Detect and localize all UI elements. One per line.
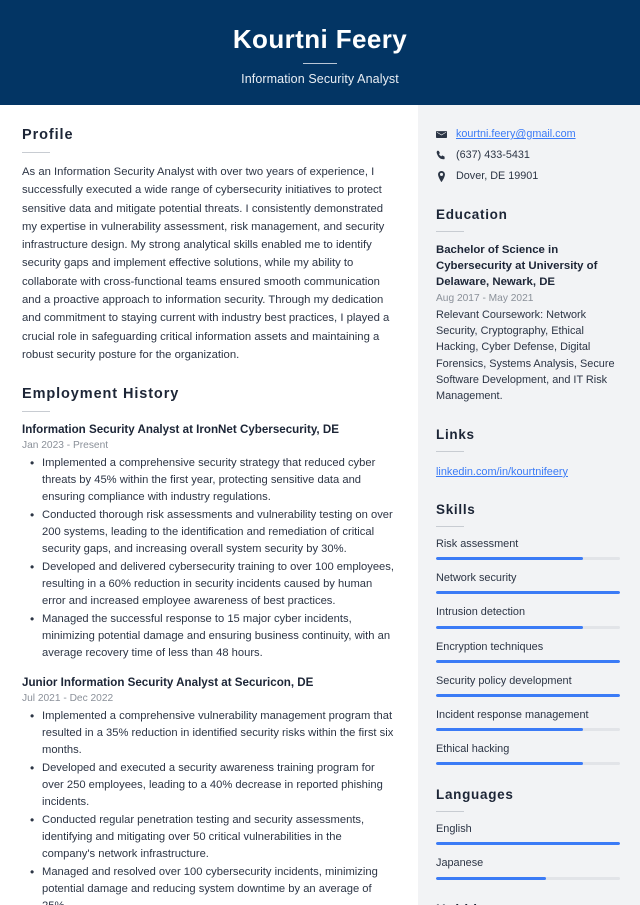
skills-section: Skills Risk assessment Network security … xyxy=(436,502,620,766)
section-divider xyxy=(436,450,464,452)
sidebar-column: kourtni.feery@gmail.com (637) 433-5431 D… xyxy=(418,105,640,905)
phone-icon xyxy=(436,150,451,161)
contact-email[interactable]: kourtni.feery@gmail.com xyxy=(456,127,576,141)
skill-item: Encryption techniques xyxy=(436,640,620,663)
job-entry: Information Security Analyst at IronNet … xyxy=(22,422,396,662)
skill-bar-track xyxy=(436,557,620,561)
skill-item: Ethical hacking xyxy=(436,742,620,766)
candidate-job-title: Information Security Analyst xyxy=(241,71,399,86)
job-bullet: Managed and resolved over 100 cybersecur… xyxy=(22,863,396,905)
job-bullet: Developed and executed a security awaren… xyxy=(22,759,396,811)
skills-heading: Skills xyxy=(436,502,476,518)
section-divider xyxy=(436,526,464,528)
skill-label: Security policy development xyxy=(436,674,572,687)
contact-phone: (637) 433-5431 xyxy=(456,149,530,162)
candidate-name: Kourtni Feery xyxy=(232,24,408,55)
contact-list: kourtni.feery@gmail.com (637) 433-5431 D… xyxy=(436,127,620,183)
profile-heading: Profile xyxy=(22,127,74,143)
skill-label: Ethical hacking xyxy=(436,743,510,756)
language-bar-track xyxy=(436,876,620,880)
skill-bar-fill xyxy=(436,625,584,629)
skill-bar-track xyxy=(436,693,620,697)
skill-item: Network security xyxy=(436,571,620,595)
skill-item: Incident response management xyxy=(436,708,620,732)
envelope-icon xyxy=(436,129,451,140)
contact-location: Dover, DE 19901 xyxy=(456,170,539,183)
resume-header: Kourtni Feery Information Security Analy… xyxy=(0,0,640,105)
job-entry: Junior Information Security Analyst at S… xyxy=(22,675,396,905)
skill-bar-track xyxy=(436,625,620,629)
education-entry: Bachelor of Science in Cybersecurity at … xyxy=(436,242,620,405)
language-label: Japanese xyxy=(436,857,484,870)
skill-label: Network security xyxy=(436,572,517,585)
language-item: English xyxy=(436,822,620,846)
job-date: Jul 2021 - Dec 2022 xyxy=(22,692,114,704)
language-item: Japanese xyxy=(436,856,620,880)
skill-bar-fill xyxy=(436,762,584,766)
job-date: Jan 2023 - Present xyxy=(22,439,109,451)
header-divider xyxy=(303,62,337,64)
links-heading: Links xyxy=(436,426,475,442)
employment-heading: Employment History xyxy=(22,386,180,403)
education-description: Relevant Coursework: Network Security, C… xyxy=(436,308,615,403)
employment-section: Employment History Information Security … xyxy=(22,386,396,905)
profile-section: Profile As an Information Security Analy… xyxy=(22,127,396,364)
skill-bar-fill xyxy=(436,557,584,561)
skill-item: Intrusion detection xyxy=(436,605,620,629)
language-bar-track xyxy=(436,842,620,846)
language-bar-fill xyxy=(436,876,547,880)
job-bullets: Implemented a comprehensive security str… xyxy=(22,454,396,662)
education-section: Education Bachelor of Science in Cyberse… xyxy=(436,207,620,405)
skill-bar-fill xyxy=(436,591,620,595)
education-title: Bachelor of Science in Cybersecurity at … xyxy=(436,244,598,289)
skill-bar-fill xyxy=(436,659,620,663)
contact-phone-row: (637) 433-5431 xyxy=(436,148,620,162)
resume-page: Kourtni Feery Information Security Analy… xyxy=(0,0,640,905)
skill-label: Incident response management xyxy=(436,708,589,721)
hobbies-heading: Hobbies xyxy=(436,902,620,905)
skill-bar-fill xyxy=(436,693,620,697)
language-label: English xyxy=(436,823,472,836)
main-column: Profile As an Information Security Analy… xyxy=(0,105,418,905)
skill-label: Intrusion detection xyxy=(436,606,525,619)
job-bullet: Managed the successful response to 15 ma… xyxy=(22,610,396,662)
links-section: Links linkedin.com/in/kourtnifeery xyxy=(436,427,620,480)
contact-location-row: Dover, DE 19901 xyxy=(436,169,620,183)
job-title: Junior Information Security Analyst at S… xyxy=(22,676,314,690)
skill-item: Security policy development xyxy=(436,674,620,697)
resume-body: Profile As an Information Security Analy… xyxy=(0,105,640,905)
language-bar-fill xyxy=(436,842,620,846)
education-heading: Education xyxy=(436,207,508,223)
job-bullet: Implemented a comprehensive vulnerabilit… xyxy=(22,707,396,759)
skill-bar-track xyxy=(436,762,620,766)
section-divider xyxy=(22,152,50,153)
linkedin-link[interactable]: linkedin.com/in/kourtnifeery xyxy=(436,465,568,480)
skill-bar-fill xyxy=(436,728,584,732)
job-title: Information Security Analyst at IronNet … xyxy=(22,423,339,437)
skill-bar-track xyxy=(436,591,620,595)
contact-email-row[interactable]: kourtni.feery@gmail.com xyxy=(436,127,620,141)
job-bullet: Conducted regular penetration testing an… xyxy=(22,811,396,863)
hobbies-section: Hobbies xyxy=(436,902,620,905)
job-bullet: Conducted thorough risk assessments and … xyxy=(22,506,396,558)
section-divider xyxy=(22,411,50,413)
job-bullets: Implemented a comprehensive vulnerabilit… xyxy=(22,707,396,905)
skill-item: Risk assessment xyxy=(436,537,620,561)
languages-section: Languages English Japanese xyxy=(436,787,620,880)
skill-bar-track xyxy=(436,659,620,663)
languages-heading: Languages xyxy=(436,787,514,803)
skill-label: Encryption techniques xyxy=(436,640,544,653)
skill-bar-track xyxy=(436,728,620,732)
education-date: Aug 2017 - May 2021 xyxy=(436,292,534,304)
section-divider xyxy=(436,811,464,813)
job-bullet: Implemented a comprehensive security str… xyxy=(22,454,396,506)
profile-text: As an Information Security Analyst with … xyxy=(22,166,390,361)
job-bullet: Developed and delivered cybersecurity tr… xyxy=(22,558,396,610)
section-divider xyxy=(436,231,464,233)
skill-label: Risk assessment xyxy=(436,538,519,551)
location-pin-icon xyxy=(436,170,451,182)
